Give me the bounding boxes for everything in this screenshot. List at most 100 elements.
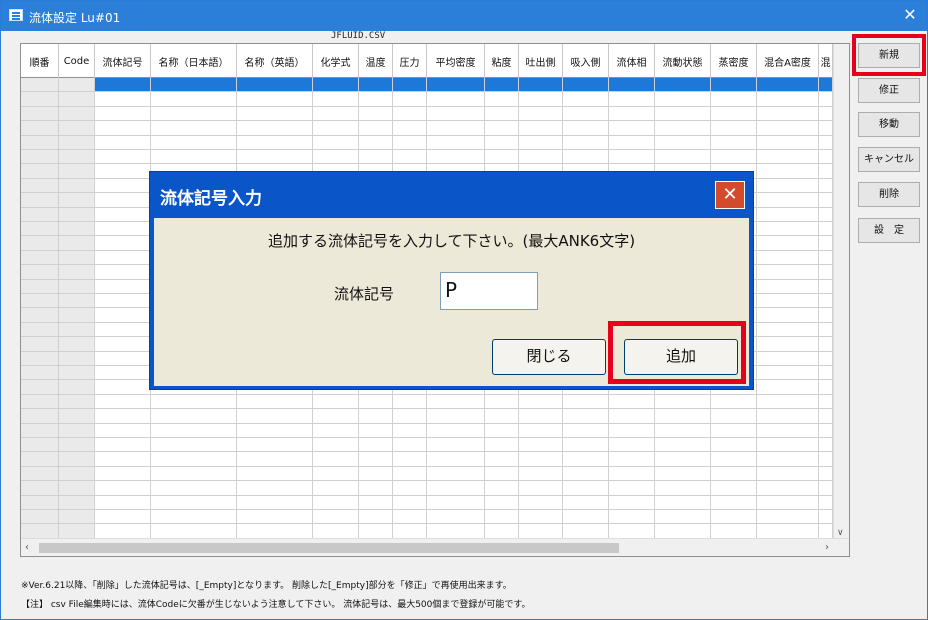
table-cell[interactable]	[393, 92, 427, 106]
table-cell[interactable]	[711, 92, 757, 106]
table-cell[interactable]	[757, 466, 819, 481]
table-cell[interactable]	[757, 279, 819, 293]
table-cell[interactable]	[21, 207, 59, 221]
table-cell[interactable]	[59, 409, 95, 423]
table-cell[interactable]	[427, 423, 485, 437]
column-header[interactable]: 吐出側	[519, 44, 563, 78]
table-cell[interactable]	[21, 236, 59, 250]
column-header[interactable]: 平均密度	[427, 44, 485, 78]
table-cell[interactable]	[563, 92, 609, 106]
table-cell[interactable]	[59, 164, 95, 178]
table-cell[interactable]	[393, 524, 427, 538]
table-cell[interactable]	[757, 164, 819, 178]
table-cell[interactable]	[757, 236, 819, 250]
table-cell[interactable]	[519, 409, 563, 423]
table-cell[interactable]	[95, 193, 151, 207]
column-header[interactable]: 混	[819, 44, 833, 78]
table-cell[interactable]	[427, 409, 485, 423]
table-cell[interactable]	[237, 92, 313, 106]
table-cell[interactable]	[59, 423, 95, 437]
table-cell[interactable]	[819, 135, 833, 149]
table-cell[interactable]	[21, 380, 59, 394]
table-cell[interactable]	[95, 409, 151, 423]
table-cell[interactable]	[427, 135, 485, 149]
table-cell[interactable]	[563, 150, 609, 164]
table-cell[interactable]	[95, 178, 151, 193]
table-cell[interactable]	[359, 510, 393, 524]
table-cell[interactable]	[609, 510, 655, 524]
edit-button[interactable]: 修正	[858, 78, 920, 103]
table-cell[interactable]	[237, 510, 313, 524]
table-cell[interactable]	[59, 337, 95, 351]
table-cell[interactable]	[427, 452, 485, 466]
table-cell[interactable]	[151, 438, 237, 452]
table-cell[interactable]	[151, 481, 237, 495]
table-cell[interactable]	[655, 466, 711, 481]
table-cell[interactable]	[21, 337, 59, 351]
table-cell[interactable]	[313, 495, 359, 509]
table-cell[interactable]	[485, 121, 519, 135]
table-cell[interactable]	[59, 466, 95, 481]
table-cell[interactable]	[151, 78, 237, 92]
table-cell[interactable]	[819, 250, 833, 265]
table-cell[interactable]	[313, 394, 359, 409]
table-cell[interactable]	[609, 452, 655, 466]
dialog-close-icon[interactable]: ✕	[715, 181, 745, 209]
table-cell[interactable]	[151, 121, 237, 135]
table-cell[interactable]	[359, 495, 393, 509]
table-cell[interactable]	[427, 510, 485, 524]
table-cell[interactable]	[609, 524, 655, 538]
table-cell[interactable]	[519, 495, 563, 509]
table-cell[interactable]	[393, 409, 427, 423]
column-header[interactable]: Code	[59, 44, 95, 78]
table-cell[interactable]	[609, 92, 655, 106]
table-cell[interactable]	[237, 481, 313, 495]
table-cell[interactable]	[757, 178, 819, 193]
table-cell[interactable]	[485, 510, 519, 524]
table-cell[interactable]	[819, 106, 833, 121]
scroll-down-icon[interactable]: ∨	[837, 528, 844, 538]
table-cell[interactable]	[95, 466, 151, 481]
table-cell[interactable]	[757, 524, 819, 538]
table-cell[interactable]	[313, 423, 359, 437]
table-row[interactable]	[21, 510, 833, 525]
table-cell[interactable]	[563, 438, 609, 452]
table-cell[interactable]	[757, 495, 819, 509]
table-cell[interactable]	[819, 294, 833, 308]
table-cell[interactable]	[819, 322, 833, 337]
table-cell[interactable]	[237, 423, 313, 437]
table-cell[interactable]	[393, 121, 427, 135]
table-cell[interactable]	[393, 466, 427, 481]
table-cell[interactable]	[95, 308, 151, 322]
table-cell[interactable]	[711, 510, 757, 524]
table-cell[interactable]	[313, 92, 359, 106]
table-cell[interactable]	[21, 510, 59, 524]
table-cell[interactable]	[21, 250, 59, 265]
table-cell[interactable]	[485, 78, 519, 92]
table-cell[interactable]	[313, 452, 359, 466]
table-cell[interactable]	[95, 481, 151, 495]
table-cell[interactable]	[59, 495, 95, 509]
table-cell[interactable]	[151, 106, 237, 121]
table-cell[interactable]	[711, 409, 757, 423]
table-cell[interactable]	[519, 510, 563, 524]
table-cell[interactable]	[655, 394, 711, 409]
table-cell[interactable]	[519, 438, 563, 452]
table-cell[interactable]	[563, 481, 609, 495]
table-cell[interactable]	[313, 150, 359, 164]
table-cell[interactable]	[95, 351, 151, 365]
table-cell[interactable]	[95, 78, 151, 92]
table-cell[interactable]	[819, 510, 833, 524]
table-row[interactable]	[21, 438, 833, 453]
table-cell[interactable]	[237, 452, 313, 466]
table-cell[interactable]	[757, 135, 819, 149]
table-cell[interactable]	[21, 438, 59, 452]
window-close-button[interactable]: ✕	[901, 6, 919, 24]
table-cell[interactable]	[59, 366, 95, 380]
column-header[interactable]: 圧力	[393, 44, 427, 78]
table-cell[interactable]	[757, 380, 819, 394]
table-cell[interactable]	[95, 394, 151, 409]
table-cell[interactable]	[427, 481, 485, 495]
table-cell[interactable]	[237, 409, 313, 423]
table-cell[interactable]	[819, 78, 833, 92]
